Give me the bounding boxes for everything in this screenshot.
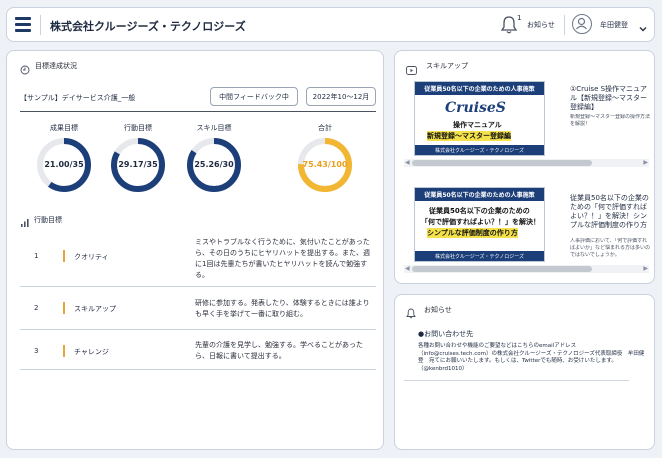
horizontal-scrollbar[interactable] <box>404 377 629 381</box>
divider <box>20 369 376 370</box>
menu-icon[interactable] <box>15 17 31 32</box>
video-thumbnail[interactable]: 従業員50名以下の企業のための人事施策 CruiseS 操作マニュアル 新規登録… <box>414 81 545 156</box>
action-number: 2 <box>34 304 39 312</box>
panel-title: 目標達成状況 <box>35 62 77 70</box>
divider <box>20 111 376 112</box>
scroll-right-icon[interactable]: ▶ <box>643 159 648 166</box>
divider <box>20 329 376 330</box>
accent-bar <box>63 345 65 357</box>
action-description: 研修に参加する。発表したり、体験するときには誰よりも早く手を挙げて一番に取り組む… <box>195 299 370 318</box>
video-thumbnail[interactable]: 従業員50名以下の企業のための人事施策 従業員50名以下の企業のための 「何で評… <box>414 187 545 262</box>
action-name: チャレンジ <box>74 348 109 356</box>
panel-title: お知らせ <box>424 306 452 314</box>
video-icon <box>406 60 417 79</box>
company-name: 株式会社クルージーズ・テクノロジーズ <box>50 20 246 33</box>
horizontal-scrollbar[interactable]: ◀ ▶ <box>404 159 649 167</box>
goal-status-panel: 目標達成状況 【サンプル】デイサービス介護_一般 中間フィードバック中 2022… <box>6 50 384 450</box>
metric-label-behavior: 行動目標 <box>124 124 152 132</box>
notice-panel: お知らせ ●お問い合わせ先 各種お問い合わせや機能のご要望などはこちらのemai… <box>394 294 655 450</box>
panel-title: スキルアップ <box>426 62 468 70</box>
action-number: 1 <box>34 252 39 260</box>
metric-label-skill: スキル目標 <box>196 124 232 132</box>
scrollbar-thumb[interactable] <box>412 160 592 166</box>
scroll-left-icon[interactable]: ◀ <box>405 265 410 272</box>
chevron-down-icon[interactable] <box>638 19 648 32</box>
notification-count: 1 <box>517 14 522 22</box>
bell-icon[interactable] <box>500 15 518 35</box>
period-button[interactable]: 2022年10〜12月 <box>306 87 376 106</box>
bell-icon <box>406 304 416 323</box>
notice-heading: ●お問い合わせ先 <box>418 330 474 338</box>
scrollbar-thumb[interactable] <box>412 266 592 272</box>
cruises-logo: CruiseS <box>445 100 506 116</box>
top-header: 株式会社クルージーズ・テクノロジーズ 1 お知らせ 牟田健登 <box>6 7 655 42</box>
accent-bar <box>63 250 65 262</box>
notice-body: 各種お問い合わせや機能のご要望などはこちらのemailアドレス（info@cru… <box>418 343 645 372</box>
video-description: 新規登録〜マスター登録の操作方法を解説！ <box>570 114 651 127</box>
clock-icon <box>20 60 30 79</box>
metric-label-total: 合計 <box>318 124 332 132</box>
bar-chart-icon <box>20 213 30 232</box>
midterm-feedback-button[interactable]: 中間フィードバック中 <box>210 87 298 106</box>
gauge-value-total: 75.43/100 <box>302 160 348 169</box>
action-name: クオリティ <box>74 253 109 261</box>
avatar[interactable] <box>572 14 592 34</box>
gauge-value-results: 21.00/35 <box>44 160 84 169</box>
video-title[interactable]: ①Cruise S操作マニュアル【新規登録〜マスター登録編】 <box>570 85 652 112</box>
skillup-panel: スキルアップ 従業員50名以下の企業のための人事施策 CruiseS 操作マニュ… <box>394 50 655 284</box>
header-divider <box>564 15 565 35</box>
action-description: ミスやトラブルなく行うために、気付いたことがあったら、その日のうちにヒヤリハット… <box>195 238 370 279</box>
action-description: 先輩の介護を見学し、勉強する。学べることがあったら、日報に書いて提出する。 <box>195 341 363 360</box>
action-number: 3 <box>34 347 39 355</box>
gauge-value-skill: 25.26/30 <box>194 160 234 169</box>
scroll-left-icon[interactable]: ◀ <box>405 159 410 166</box>
actions-title: 行動目標 <box>34 216 62 224</box>
metric-label-results: 成果目標 <box>50 124 78 132</box>
horizontal-scrollbar[interactable]: ◀ ▶ <box>404 265 649 273</box>
scroll-right-icon[interactable]: ▶ <box>643 265 648 272</box>
divider <box>20 286 376 287</box>
video-description: 人事評価において、「何で評価すればよいか」など悩まれる方は多いのではないでしょう… <box>570 238 651 258</box>
accent-bar <box>63 302 65 314</box>
user-name[interactable]: 牟田健登 <box>600 20 628 30</box>
evaluation-sheet-title: 【サンプル】デイサービス介護_一般 <box>20 94 136 102</box>
header-divider <box>40 15 41 35</box>
gauge-value-behavior: 29.17/35 <box>118 160 158 169</box>
action-name: スキルアップ <box>74 305 116 313</box>
video-title[interactable]: 従業員50名以下の企業のための「何で評価すればよい？！」を解決！シンプルな評価制… <box>570 194 652 230</box>
notifications-link[interactable]: お知らせ <box>527 20 555 30</box>
